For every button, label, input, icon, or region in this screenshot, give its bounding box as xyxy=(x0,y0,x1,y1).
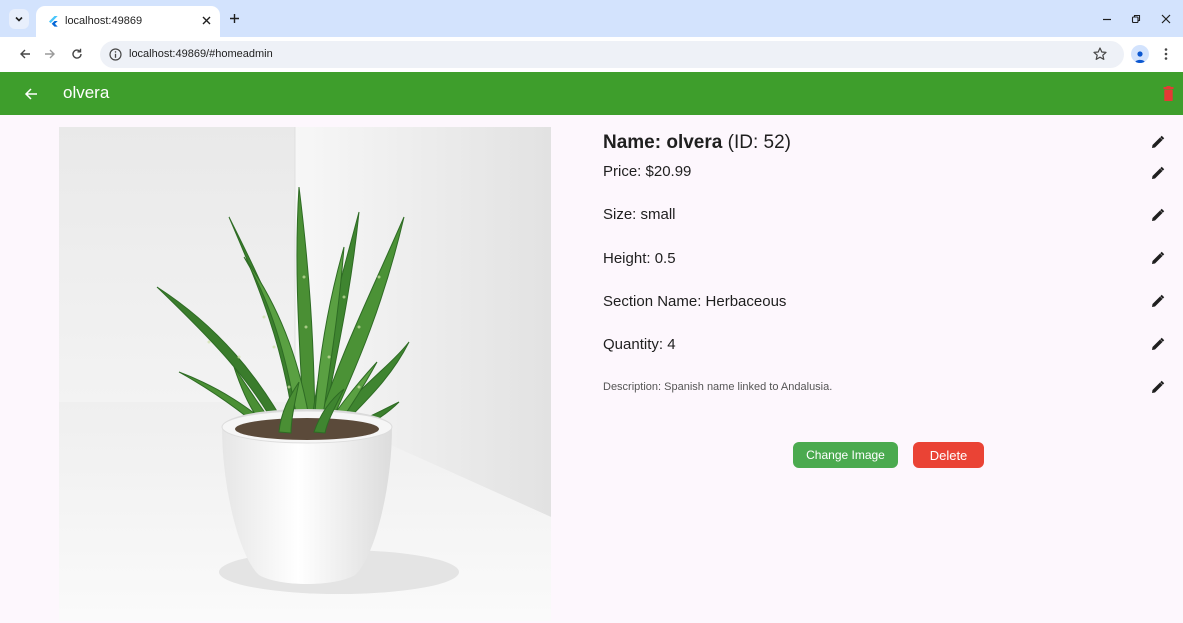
chevron-down-icon xyxy=(15,16,23,22)
edit-section-icon[interactable] xyxy=(1150,294,1165,309)
restore-icon xyxy=(1131,14,1141,24)
browser-menu-button[interactable] xyxy=(1160,45,1172,63)
app-bar: olvera xyxy=(0,72,1183,115)
delete-trash-icon[interactable] xyxy=(1163,86,1174,101)
browser-toolbar: localhost:49869/#homeadmin xyxy=(0,37,1183,72)
size-text: Size: small xyxy=(603,206,676,223)
plant-image xyxy=(59,127,551,621)
id-text: (ID: 52) xyxy=(727,132,791,153)
name-row: Name: olvera (ID: 52) xyxy=(603,132,791,154)
back-button[interactable] xyxy=(20,83,42,105)
minimize-icon xyxy=(1103,18,1111,21)
profile-avatar-button[interactable] xyxy=(1131,45,1149,63)
close-icon xyxy=(202,16,210,24)
quantity-text: Quantity: 4 xyxy=(603,336,676,353)
person-icon xyxy=(1135,51,1145,63)
name-label: Name: xyxy=(603,132,662,153)
url-text: localhost:49869/#homeadmin xyxy=(129,48,273,60)
height-text: Height: 0.5 xyxy=(603,250,676,267)
arrow-back-icon xyxy=(24,88,37,100)
reload-icon xyxy=(72,48,82,59)
edit-description-icon[interactable] xyxy=(1150,380,1165,395)
reload-button[interactable] xyxy=(68,45,86,63)
description-text: Description: Spanish name linked to Anda… xyxy=(603,381,833,393)
new-tab-button[interactable] xyxy=(226,10,242,26)
tab-close-button[interactable] xyxy=(198,12,214,28)
page-title: olvera xyxy=(63,83,110,102)
more-vert-icon xyxy=(1164,48,1168,60)
back-nav-button[interactable] xyxy=(16,45,34,63)
edit-size-icon[interactable] xyxy=(1150,208,1165,223)
edit-height-icon[interactable] xyxy=(1150,251,1165,266)
plus-icon xyxy=(229,13,239,23)
tab-list-button[interactable] xyxy=(9,9,29,29)
section-text: Section Name: Herbaceous xyxy=(603,293,787,310)
browser-tabstrip: localhost:49869 xyxy=(0,0,1183,37)
info-icon xyxy=(109,48,122,61)
flutter-favicon-icon xyxy=(49,16,58,27)
arrow-right-icon xyxy=(45,49,55,59)
forward-nav-button[interactable] xyxy=(41,45,59,63)
arrow-left-icon xyxy=(20,49,30,59)
edit-price-icon[interactable] xyxy=(1150,166,1165,181)
address-bar[interactable]: localhost:49869/#homeadmin xyxy=(100,41,1124,68)
close-icon xyxy=(1161,14,1171,24)
window-close-button[interactable] xyxy=(1156,9,1176,29)
edit-name-icon[interactable] xyxy=(1150,135,1165,150)
minimize-button[interactable] xyxy=(1097,9,1117,29)
restore-button[interactable] xyxy=(1126,9,1146,29)
delete-button[interactable]: Delete xyxy=(913,442,984,468)
change-image-button[interactable]: Change Image xyxy=(793,442,898,468)
bookmark-star-icon[interactable] xyxy=(1092,46,1108,62)
tab-title: localhost:49869 xyxy=(65,15,143,27)
name-value: olvera xyxy=(666,132,723,153)
price-text: Price: $20.99 xyxy=(603,163,692,180)
browser-tab[interactable]: localhost:49869 xyxy=(36,6,220,37)
edit-quantity-icon[interactable] xyxy=(1150,337,1165,352)
